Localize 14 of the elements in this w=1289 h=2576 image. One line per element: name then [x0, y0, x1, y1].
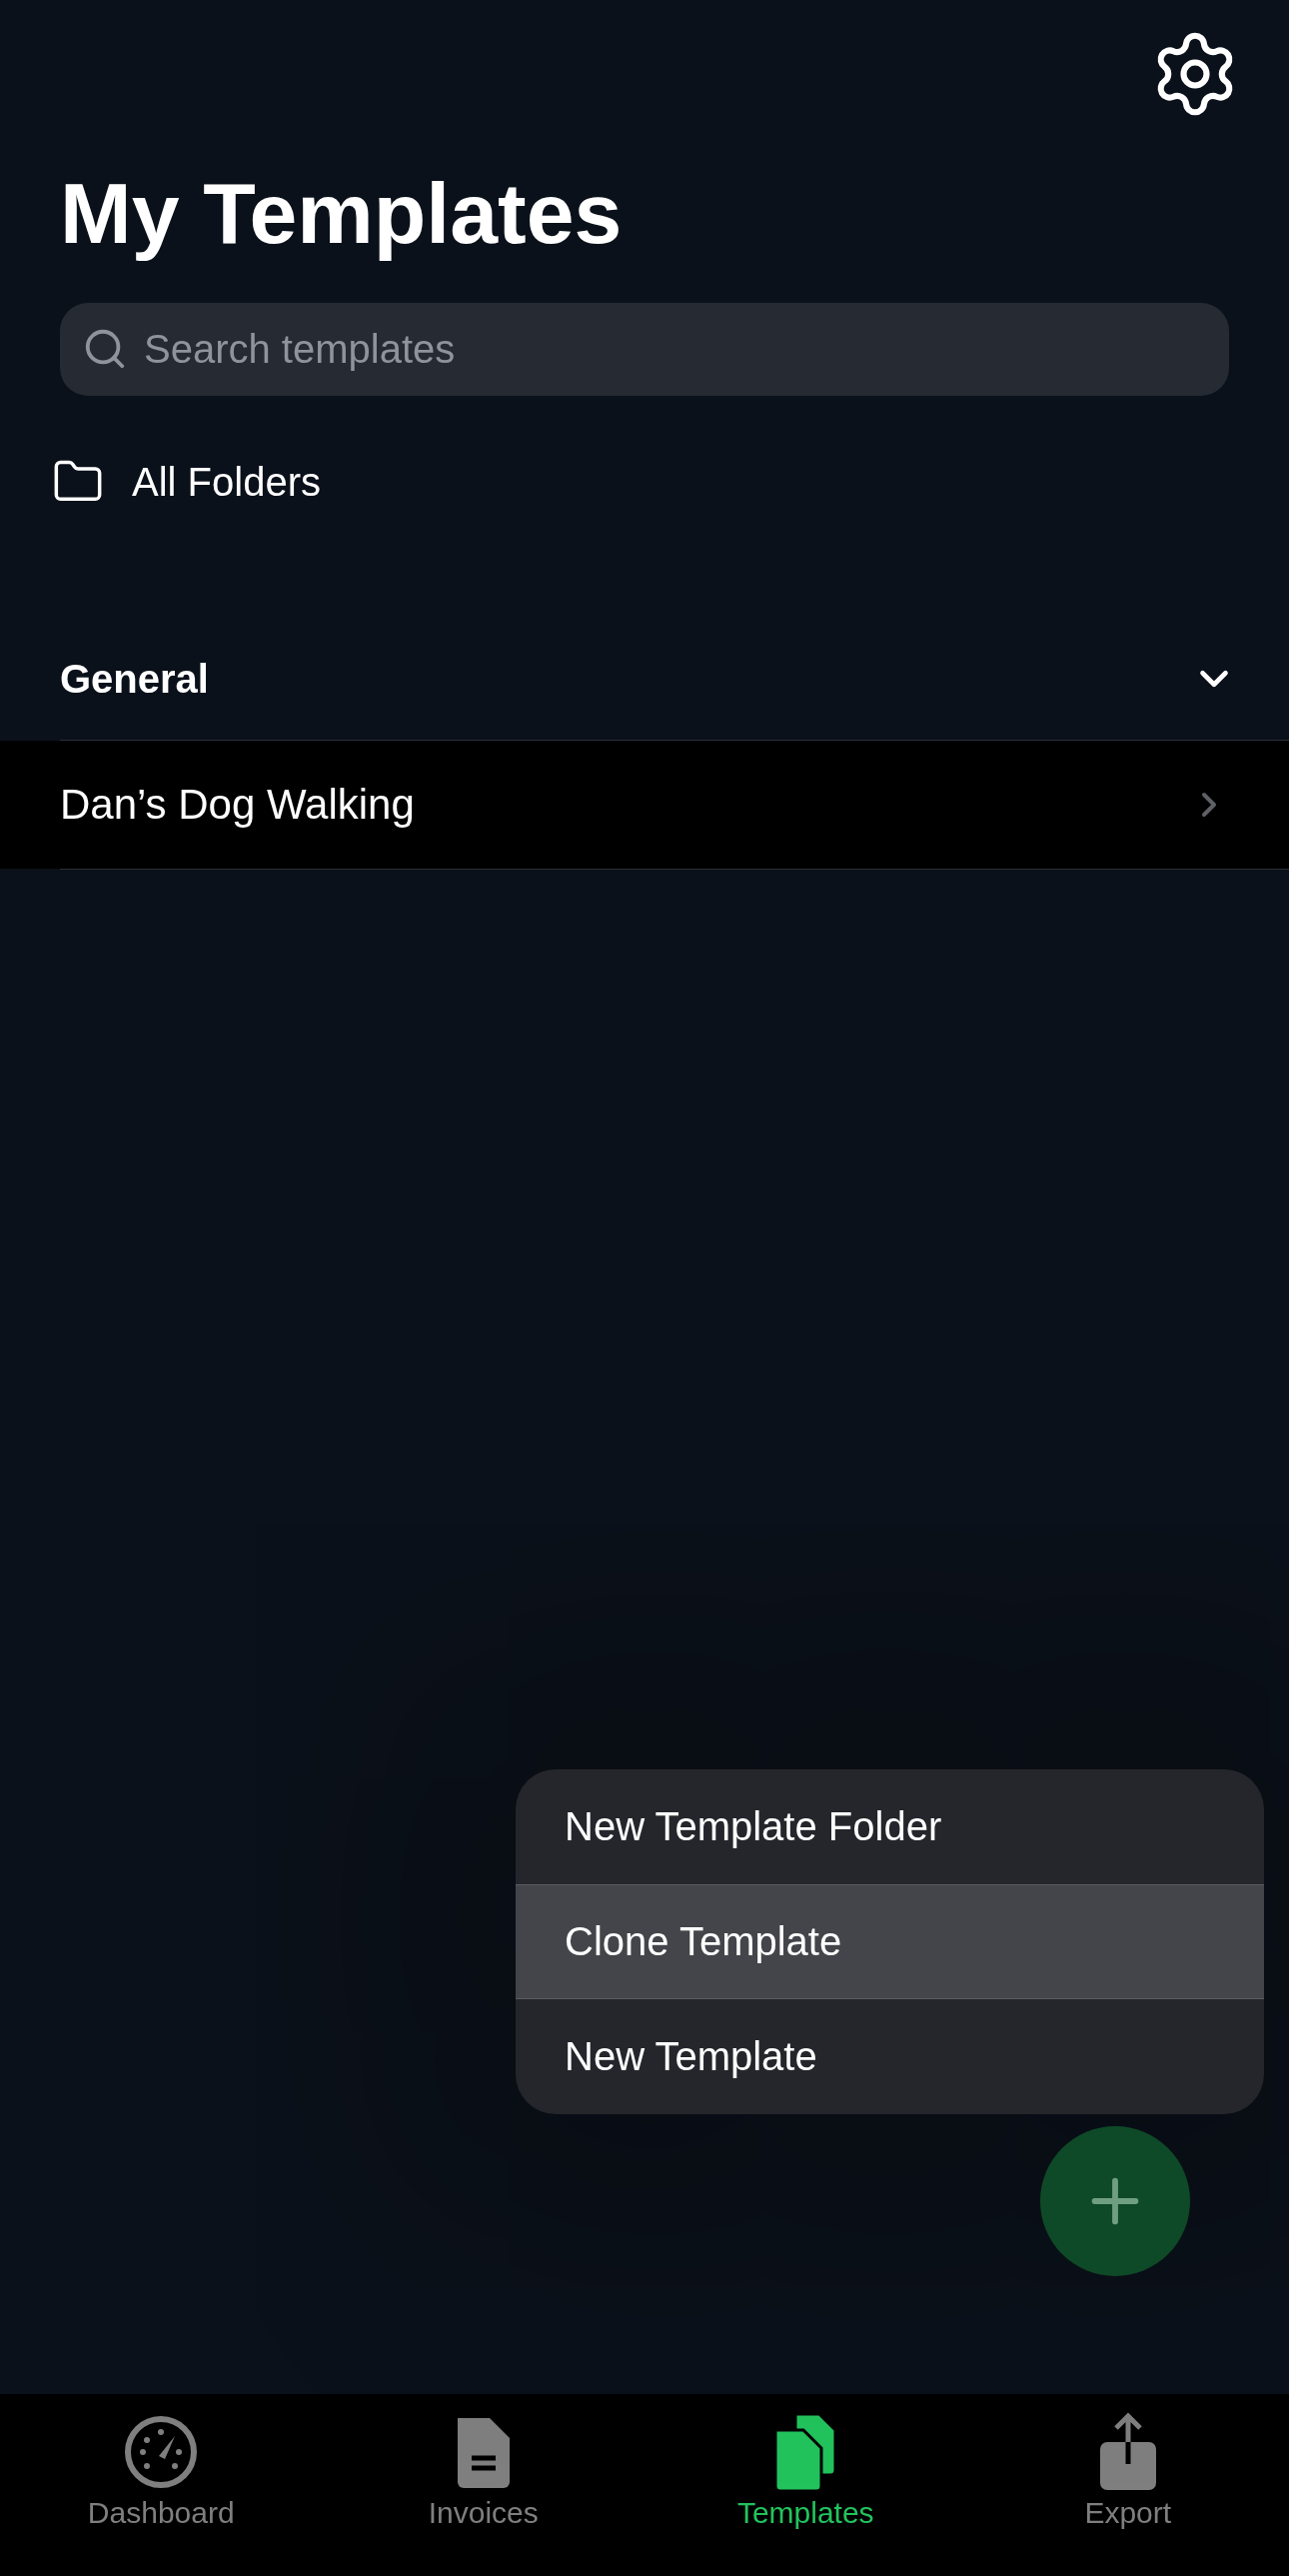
menu-item[interactable]: New Template [516, 1999, 1264, 2114]
folder-filter[interactable]: All Folders [52, 456, 321, 508]
tab[interactable]: Templates [644, 2394, 967, 2576]
search-field[interactable]: Search templates [60, 303, 1229, 396]
template-name: Dan’s Dog Walking [60, 781, 415, 829]
page-title: My Templates [60, 164, 623, 263]
group-title: General [60, 656, 209, 702]
menu-item[interactable]: Clone Template [516, 1884, 1264, 1999]
group-header[interactable]: General [0, 648, 1289, 710]
tab[interactable]: Dashboard [0, 2394, 323, 2576]
tab[interactable]: Invoices [322, 2394, 644, 2576]
menu-item[interactable]: New Template Folder [516, 1769, 1264, 1884]
tab[interactable]: Export [966, 2394, 1289, 2576]
template-row[interactable]: Dan’s Dog Walking [0, 741, 1289, 869]
